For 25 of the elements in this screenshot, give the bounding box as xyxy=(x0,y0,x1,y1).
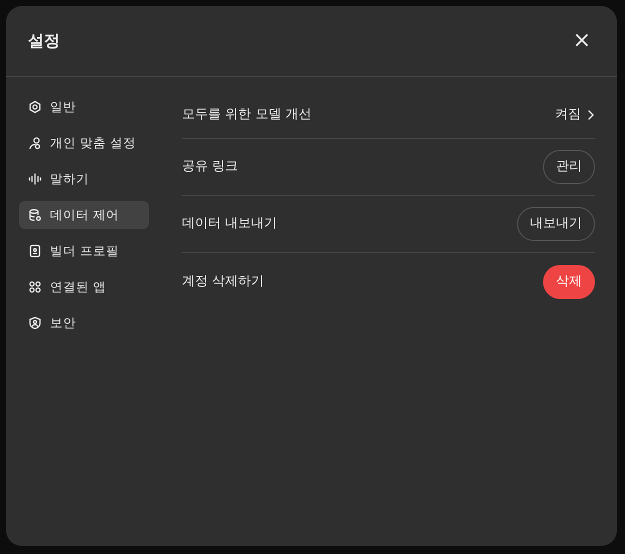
apps-icon xyxy=(28,280,42,294)
id-card-icon xyxy=(28,244,42,258)
setting-label: 데이터 내보내기 xyxy=(182,215,278,234)
database-icon xyxy=(28,208,42,222)
action-button[interactable]: 내보내기 xyxy=(517,207,595,241)
sidebar-item[interactable]: 일반 xyxy=(19,93,149,121)
shield-icon xyxy=(28,316,42,330)
action-button[interactable]: 관리 xyxy=(543,150,595,184)
sidebar-item[interactable]: 보안 xyxy=(19,309,149,337)
setting-label: 공유 링크 xyxy=(182,158,238,176)
setting-label: 계정 삭제하기 xyxy=(182,272,264,291)
sidebar-item[interactable]: 개인 맞춤 설정 xyxy=(19,129,149,157)
sidebar-item[interactable]: 데이터 제어 xyxy=(19,201,149,229)
close-button[interactable]: × xyxy=(568,30,595,52)
gear-icon xyxy=(28,100,42,114)
delete-button[interactable]: 삭제 xyxy=(543,264,595,298)
setting-toggle-link[interactable]: 켜짐 xyxy=(555,104,595,124)
chevron-right-icon xyxy=(587,108,595,120)
waveform-icon xyxy=(28,172,42,186)
dialog-title: 설정 xyxy=(28,30,60,52)
sidebar-item[interactable]: 연결된 앱 xyxy=(19,273,149,301)
setting-label: 모두를 위한 모델 개선 xyxy=(182,106,312,124)
sidebar-item[interactable]: 빌더 프로필 xyxy=(19,237,149,265)
person-icon xyxy=(28,136,42,150)
sidebar-item[interactable]: 말하기 xyxy=(19,165,149,193)
